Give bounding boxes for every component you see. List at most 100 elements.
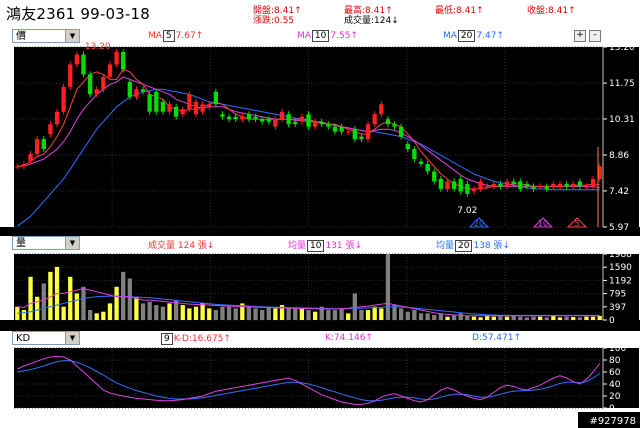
ma10-period-input[interactable]: 10 <box>311 30 330 42</box>
volume-bar <box>405 311 410 320</box>
y-tick-label: 13.20 <box>609 43 635 53</box>
volume-bar <box>154 305 159 320</box>
candle-up <box>491 183 496 187</box>
candle-down <box>564 183 569 187</box>
volume-bar <box>518 316 523 320</box>
volume-bar <box>28 276 33 320</box>
candle-up <box>504 181 510 187</box>
candle-down <box>173 106 179 117</box>
volume-bar <box>531 316 536 320</box>
volume-bar <box>101 311 106 320</box>
candle-up <box>101 76 106 90</box>
candle-down <box>160 101 166 112</box>
kd-period-input[interactable]: 9 <box>161 333 173 345</box>
candle-down <box>266 119 271 122</box>
volume-bar <box>485 316 490 320</box>
candle-down <box>425 164 430 172</box>
volume-bar <box>266 306 271 320</box>
volume-bar <box>412 310 417 320</box>
volume-bar <box>577 317 582 320</box>
candle-up <box>346 131 351 133</box>
kd-indicator-select[interactable]: KD ▼ <box>12 331 80 345</box>
volume-bar <box>193 306 199 320</box>
zoom-out-button[interactable]: - <box>589 30 601 42</box>
candle-up <box>372 114 377 125</box>
candle-up <box>584 186 589 188</box>
volume-bar <box>597 315 602 320</box>
volume-bar <box>114 286 119 320</box>
candle-down <box>41 139 46 150</box>
volume-bar <box>127 278 132 320</box>
ma5-period-input[interactable]: 5 <box>162 30 175 42</box>
volume-bar <box>379 308 384 320</box>
volume-bar <box>286 308 291 320</box>
candle-down <box>544 186 549 189</box>
price-indicator-select[interactable]: 價 ▼ <box>12 29 80 43</box>
ma10-prefix: MA <box>297 31 311 41</box>
volume-bar <box>326 310 331 320</box>
candle-up <box>471 188 477 192</box>
ma20-period-input[interactable]: 20 <box>457 30 476 42</box>
candle-up <box>200 104 205 112</box>
candle-up <box>15 166 20 168</box>
candle-down <box>220 114 225 117</box>
volume-bar <box>233 308 238 320</box>
volume-label: 成交量 124 張↓ <box>148 241 215 251</box>
candle-up <box>28 154 33 162</box>
candle-down <box>87 74 93 95</box>
avg10-period-input[interactable]: 10 <box>307 240 325 252</box>
volume-indicator-select[interactable]: 量 ▼ <box>12 236 80 250</box>
y-tick-label: 1590 <box>609 263 632 273</box>
kd-select-value: KD <box>16 333 31 344</box>
candle-up <box>35 139 40 155</box>
candle-down <box>352 129 357 140</box>
volume-bar <box>339 308 344 320</box>
volume-bar <box>584 316 589 320</box>
ma-period-marker-label: 5 <box>574 219 579 228</box>
volume-bar <box>471 316 477 320</box>
volume-bar <box>160 306 166 320</box>
y-tick-label: 11.75 <box>609 79 635 89</box>
y-tick-label: 60 <box>609 368 621 378</box>
y-tick-label: 0 <box>609 316 615 326</box>
candle-up <box>279 111 285 120</box>
volume-bar <box>392 305 397 320</box>
candle-down <box>213 91 218 105</box>
volume-bar <box>399 308 404 320</box>
candle-down <box>147 94 152 112</box>
volume-bar <box>35 296 40 320</box>
candle-down <box>127 81 132 97</box>
y-tick-label: 10.31 <box>609 115 635 125</box>
volume-bar <box>187 308 192 320</box>
volume-bar <box>226 306 232 320</box>
avg20-period-input[interactable]: 20 <box>455 240 473 252</box>
chevron-down-icon[interactable]: ▼ <box>65 30 79 42</box>
volume-bar <box>74 293 80 320</box>
candle-down <box>385 119 391 125</box>
candle-up <box>48 124 53 135</box>
volume-bar <box>61 306 66 320</box>
chevron-down-icon[interactable]: ▼ <box>65 332 79 344</box>
candle-down <box>253 116 258 120</box>
candle-down <box>418 161 424 165</box>
candle-up <box>590 178 596 187</box>
y-tick-label: 5.97 <box>609 223 629 233</box>
candle-down <box>577 181 582 187</box>
volume-bar <box>273 308 278 320</box>
candle-down <box>432 171 437 182</box>
ma-period-marker-label: 10 <box>538 219 548 228</box>
volume-bar <box>458 313 463 320</box>
volume-bar <box>359 310 364 320</box>
candle-down <box>524 183 530 187</box>
y-tick-label: 1988 <box>609 250 632 260</box>
candle-up <box>21 164 27 167</box>
avg20-label: 均量 20 138 張↓ <box>436 238 510 252</box>
chevron-down-icon[interactable]: ▼ <box>65 237 79 249</box>
volume-bar <box>504 316 510 320</box>
ma20-value: 7.47↑ <box>476 31 504 41</box>
volume-bar <box>332 310 338 320</box>
candle-down <box>451 181 457 189</box>
zoom-in-button[interactable]: + <box>574 30 586 42</box>
candle-down <box>465 183 470 194</box>
candle-up <box>485 186 490 188</box>
